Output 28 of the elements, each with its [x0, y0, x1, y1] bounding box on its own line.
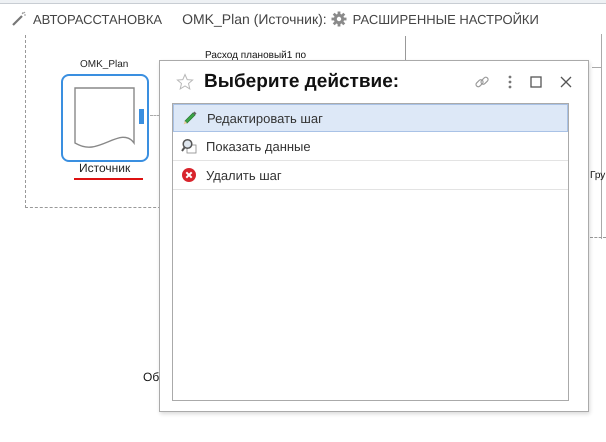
more-icon[interactable] — [508, 75, 512, 89]
advanced-settings-button[interactable]: РАСШИРЕННЫЕ НАСТРОЙКИ — [326, 9, 543, 29]
document-icon — [74, 87, 136, 149]
pencil-icon — [182, 110, 198, 126]
node-caption: Источник — [79, 161, 130, 175]
context-label: OMK_Plan (Источник): — [182, 11, 327, 27]
port-icon — [139, 109, 144, 124]
settings-icon — [330, 11, 347, 27]
action-item[interactable]: Показать данные — [173, 132, 568, 161]
action-item[interactable]: Редактировать шаг — [173, 104, 568, 132]
action-label: Показать данные — [206, 138, 311, 154]
delete-icon — [181, 167, 197, 183]
star-icon[interactable] — [176, 73, 194, 91]
action-label: Редактировать шаг — [207, 110, 323, 126]
dialog-title: Выберите действие: — [204, 71, 400, 93]
link-icon[interactable] — [474, 74, 490, 90]
autolayout-button[interactable]: АВТОРАССТАНОВКА — [7, 9, 166, 29]
action-item[interactable]: Удалить шаг — [173, 161, 568, 190]
magnifier-icon — [181, 138, 197, 154]
maximize-icon[interactable] — [530, 76, 542, 88]
node-title: OMK_Plan — [80, 59, 128, 70]
node-label: Расход плановый1 по — [205, 50, 306, 61]
close-icon[interactable] — [560, 76, 572, 88]
action-label: Удалить шаг — [206, 168, 282, 182]
magic-wand-icon — [11, 11, 27, 27]
node-label: Гру — [590, 170, 606, 181]
source-node[interactable] — [61, 74, 149, 162]
node-label: Об — [143, 370, 160, 384]
